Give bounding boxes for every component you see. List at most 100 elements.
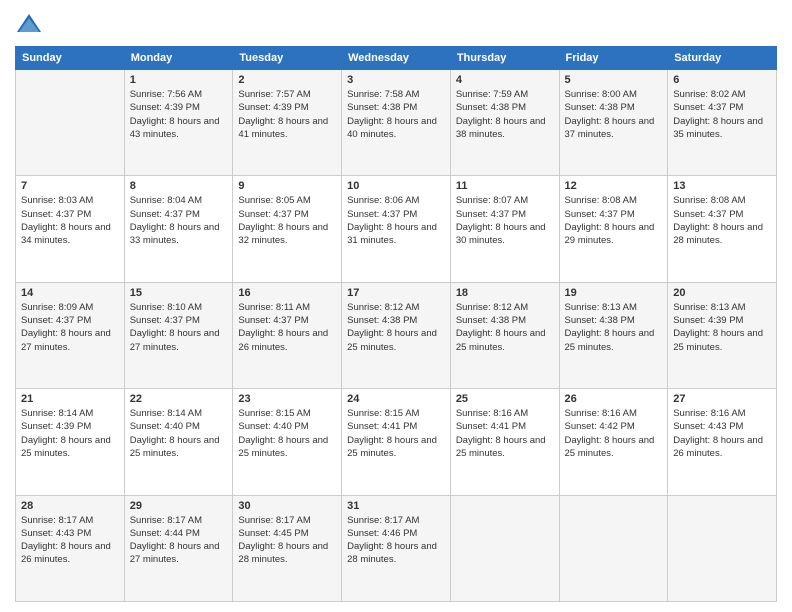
day-cell: 6 Sunrise: 8:02 AM Sunset: 4:37 PM Dayli… [668,70,777,176]
day-number: 29 [130,500,228,512]
day-cell: 13 Sunrise: 8:08 AM Sunset: 4:37 PM Dayl… [668,176,777,282]
day-number: 10 [347,180,445,192]
day-number: 6 [673,74,771,86]
daylight: Daylight: 8 hours and 40 minutes. [347,116,437,140]
calendar-table: SundayMondayTuesdayWednesdayThursdayFrid… [15,46,777,602]
sunset: Sunset: 4:40 PM [238,421,308,432]
day-number: 11 [456,180,554,192]
sunset: Sunset: 4:41 PM [347,421,417,432]
sunrise: Sunrise: 8:02 AM [673,89,745,100]
day-cell: 14 Sunrise: 8:09 AM Sunset: 4:37 PM Dayl… [16,282,125,388]
sunset: Sunset: 4:39 PM [238,102,308,113]
day-number: 15 [130,287,228,299]
weekday-header-monday: Monday [124,47,233,70]
day-number: 25 [456,393,554,405]
sunrise: Sunrise: 8:08 AM [673,195,745,206]
day-number: 28 [21,500,119,512]
sunrise: Sunrise: 8:05 AM [238,195,310,206]
daylight: Daylight: 8 hours and 27 minutes. [130,541,220,565]
day-cell: 19 Sunrise: 8:13 AM Sunset: 4:38 PM Dayl… [559,282,668,388]
daylight: Daylight: 8 hours and 41 minutes. [238,116,328,140]
daylight: Daylight: 8 hours and 28 minutes. [238,541,328,565]
sunrise: Sunrise: 8:16 AM [565,408,637,419]
weekday-header-thursday: Thursday [450,47,559,70]
sunrise: Sunrise: 8:04 AM [130,195,202,206]
day-info: Sunrise: 8:11 AM Sunset: 4:37 PM Dayligh… [238,301,336,354]
sunset: Sunset: 4:46 PM [347,528,417,539]
weekday-header-row: SundayMondayTuesdayWednesdayThursdayFrid… [16,47,777,70]
day-number: 26 [565,393,663,405]
sunrise: Sunrise: 8:03 AM [21,195,93,206]
day-cell: 18 Sunrise: 8:12 AM Sunset: 4:38 PM Dayl… [450,282,559,388]
sunrise: Sunrise: 8:16 AM [456,408,528,419]
day-info: Sunrise: 8:08 AM Sunset: 4:37 PM Dayligh… [673,194,771,247]
sunrise: Sunrise: 8:14 AM [21,408,93,419]
day-info: Sunrise: 8:04 AM Sunset: 4:37 PM Dayligh… [130,194,228,247]
sunrise: Sunrise: 8:17 AM [347,515,419,526]
day-info: Sunrise: 8:03 AM Sunset: 4:37 PM Dayligh… [21,194,119,247]
day-info: Sunrise: 8:17 AM Sunset: 4:46 PM Dayligh… [347,514,445,567]
day-cell: 25 Sunrise: 8:16 AM Sunset: 4:41 PM Dayl… [450,389,559,495]
sunset: Sunset: 4:39 PM [673,315,743,326]
day-number: 18 [456,287,554,299]
day-cell: 2 Sunrise: 7:57 AM Sunset: 4:39 PM Dayli… [233,70,342,176]
daylight: Daylight: 8 hours and 29 minutes. [565,222,655,246]
day-cell: 7 Sunrise: 8:03 AM Sunset: 4:37 PM Dayli… [16,176,125,282]
sunset: Sunset: 4:42 PM [565,421,635,432]
day-number: 1 [130,74,228,86]
day-number: 19 [565,287,663,299]
day-cell: 4 Sunrise: 7:59 AM Sunset: 4:38 PM Dayli… [450,70,559,176]
weekday-header-sunday: Sunday [16,47,125,70]
sunset: Sunset: 4:37 PM [238,315,308,326]
day-info: Sunrise: 8:09 AM Sunset: 4:37 PM Dayligh… [21,301,119,354]
sunrise: Sunrise: 8:13 AM [673,302,745,313]
day-info: Sunrise: 8:08 AM Sunset: 4:37 PM Dayligh… [565,194,663,247]
sunset: Sunset: 4:44 PM [130,528,200,539]
sunrise: Sunrise: 7:57 AM [238,89,310,100]
week-row-3: 14 Sunrise: 8:09 AM Sunset: 4:37 PM Dayl… [16,282,777,388]
daylight: Daylight: 8 hours and 25 minutes. [130,435,220,459]
day-cell: 24 Sunrise: 8:15 AM Sunset: 4:41 PM Dayl… [342,389,451,495]
daylight: Daylight: 8 hours and 28 minutes. [347,541,437,565]
daylight: Daylight: 8 hours and 34 minutes. [21,222,111,246]
sunrise: Sunrise: 8:00 AM [565,89,637,100]
sunset: Sunset: 4:38 PM [347,102,417,113]
day-cell: 1 Sunrise: 7:56 AM Sunset: 4:39 PM Dayli… [124,70,233,176]
day-cell [450,495,559,601]
daylight: Daylight: 8 hours and 43 minutes. [130,116,220,140]
day-cell: 28 Sunrise: 8:17 AM Sunset: 4:43 PM Dayl… [16,495,125,601]
sunrise: Sunrise: 8:12 AM [347,302,419,313]
day-cell: 29 Sunrise: 8:17 AM Sunset: 4:44 PM Dayl… [124,495,233,601]
day-cell: 9 Sunrise: 8:05 AM Sunset: 4:37 PM Dayli… [233,176,342,282]
day-info: Sunrise: 8:00 AM Sunset: 4:38 PM Dayligh… [565,88,663,141]
sunrise: Sunrise: 8:09 AM [21,302,93,313]
weekday-header-wednesday: Wednesday [342,47,451,70]
sunset: Sunset: 4:38 PM [347,315,417,326]
day-number: 30 [238,500,336,512]
day-cell: 15 Sunrise: 8:10 AM Sunset: 4:37 PM Dayl… [124,282,233,388]
day-info: Sunrise: 8:14 AM Sunset: 4:40 PM Dayligh… [130,407,228,460]
day-cell: 31 Sunrise: 8:17 AM Sunset: 4:46 PM Dayl… [342,495,451,601]
sunrise: Sunrise: 7:56 AM [130,89,202,100]
day-number: 16 [238,287,336,299]
sunrise: Sunrise: 8:17 AM [238,515,310,526]
day-number: 8 [130,180,228,192]
day-info: Sunrise: 7:56 AM Sunset: 4:39 PM Dayligh… [130,88,228,141]
day-cell: 30 Sunrise: 8:17 AM Sunset: 4:45 PM Dayl… [233,495,342,601]
daylight: Daylight: 8 hours and 28 minutes. [673,222,763,246]
day-info: Sunrise: 8:16 AM Sunset: 4:43 PM Dayligh… [673,407,771,460]
day-number: 21 [21,393,119,405]
sunset: Sunset: 4:37 PM [673,102,743,113]
day-cell: 3 Sunrise: 7:58 AM Sunset: 4:38 PM Dayli… [342,70,451,176]
daylight: Daylight: 8 hours and 35 minutes. [673,116,763,140]
sunrise: Sunrise: 8:12 AM [456,302,528,313]
sunset: Sunset: 4:37 PM [347,209,417,220]
weekday-header-saturday: Saturday [668,47,777,70]
daylight: Daylight: 8 hours and 25 minutes. [456,435,546,459]
sunrise: Sunrise: 8:14 AM [130,408,202,419]
daylight: Daylight: 8 hours and 25 minutes. [21,435,111,459]
sunrise: Sunrise: 8:17 AM [21,515,93,526]
day-number: 5 [565,74,663,86]
day-cell: 22 Sunrise: 8:14 AM Sunset: 4:40 PM Dayl… [124,389,233,495]
day-number: 3 [347,74,445,86]
